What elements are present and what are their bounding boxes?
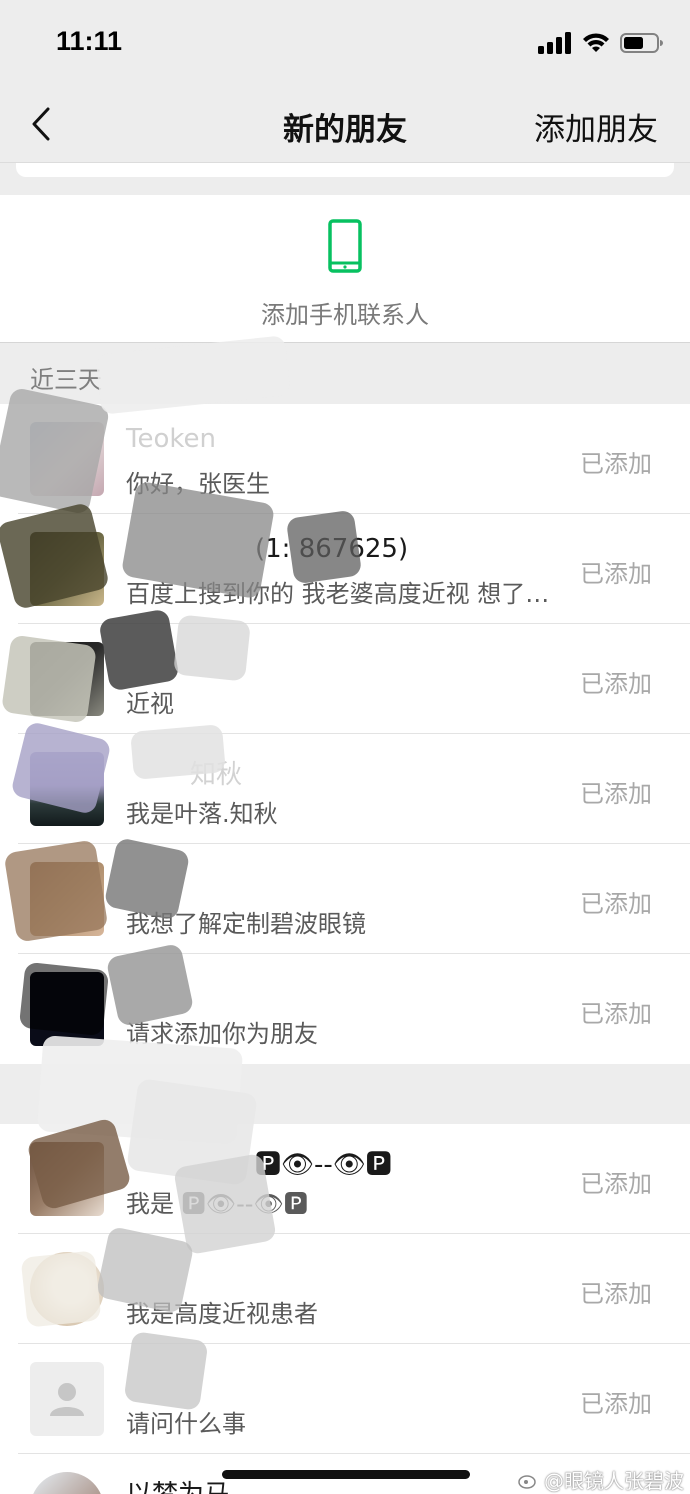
request-message: 我想了解定制碧波眼镜 [126, 910, 366, 938]
avatar [30, 972, 104, 1046]
added-status: 已添加 [580, 1390, 652, 1418]
status-time: 11:11 [56, 26, 123, 56]
status-icons [538, 30, 664, 56]
added-status: 已添加 [580, 450, 652, 478]
navigation-bar: 新的朋友 添加朋友 [0, 88, 690, 162]
contact-name: 知秋 [190, 760, 243, 790]
request-message: 近视 [126, 690, 174, 718]
request-message: 百度上搜到你的 我老婆高度近视 想了解一下 [126, 580, 566, 608]
battery-icon [620, 33, 663, 53]
mobile-phone-icon [328, 219, 362, 273]
friend-request-row[interactable]: 请求添加你为朋友 已添加 [0, 954, 690, 1064]
request-message: 我是叶落.知秋 [126, 800, 278, 828]
request-message: 请问什么事 [126, 1410, 246, 1438]
wifi-icon [583, 33, 609, 52]
added-status: 已添加 [580, 1280, 652, 1308]
added-status: 已添加 [580, 670, 652, 698]
friend-request-row[interactable]: 我想了解定制碧波眼镜 已添加 [0, 844, 690, 954]
watermark-text: @眼镜人张碧波 [544, 1469, 684, 1493]
request-message: 你好，张医生 [126, 470, 270, 498]
avatar [30, 642, 104, 716]
avatar [30, 422, 104, 496]
add-phone-contacts-label: 添加手机联系人 [261, 301, 429, 329]
friend-request-row[interactable]: 🅿👁--👁🅿 我是 🅿👁--👁🅿 已添加 [0, 1124, 690, 1234]
avatar [30, 862, 104, 936]
search-area [0, 162, 690, 195]
avatar [30, 1252, 104, 1326]
add-friend-button[interactable]: 添加朋友 [534, 104, 658, 149]
request-message: 我是高度近视患者 [126, 1300, 318, 1328]
avatar [30, 532, 104, 606]
avatar [30, 1362, 104, 1436]
weibo-logo-icon [518, 1474, 536, 1489]
friend-request-row[interactable]: 近视 已添加 [0, 624, 690, 734]
back-button[interactable] [26, 102, 56, 146]
added-status: 已添加 [580, 890, 652, 918]
added-status: 已添加 [580, 1000, 652, 1028]
request-message: 我是 🅿👁--👁🅿 [126, 1190, 308, 1218]
status-bar: 11:11 [0, 0, 690, 88]
avatar [30, 1142, 104, 1216]
search-input[interactable] [16, 163, 674, 177]
friend-request-row[interactable]: (1: 867625) 百度上搜到你的 我老婆高度近视 想了解一下 已添加 [0, 514, 690, 624]
avatar [30, 752, 104, 826]
added-status: 已添加 [580, 1170, 652, 1198]
add-phone-contacts-entry[interactable]: 添加手机联系人 [0, 195, 690, 343]
added-status: 已添加 [580, 780, 652, 808]
chevron-left-icon [32, 107, 50, 141]
cellular-signal-icon [538, 32, 571, 54]
contact-name: (1: 867625) [255, 534, 409, 564]
friend-request-row[interactable]: 我是高度近视患者 已添加 [0, 1234, 690, 1344]
request-message: 请求添加你为朋友 [126, 1020, 318, 1048]
contact-name: 🅿👁--👁🅿 [255, 1150, 392, 1180]
contact-name: 以梦为马 [126, 1474, 230, 1494]
watermark: @眼镜人张碧波 [518, 1465, 684, 1494]
section-header-earlier [0, 1064, 690, 1124]
friend-request-row[interactable]: 知秋 我是叶落.知秋 已添加 [0, 734, 690, 844]
section-header-recent: 近三天 [0, 344, 690, 404]
added-status: 已添加 [580, 560, 652, 588]
home-indicator [222, 1470, 470, 1479]
friend-request-row[interactable]: Teoken 你好，张医生 已添加 [0, 404, 690, 514]
avatar [30, 1472, 104, 1494]
default-avatar-icon [50, 1383, 84, 1416]
section-header-label: 近三天 [30, 366, 102, 394]
contact-name: Teoken [126, 424, 216, 454]
friend-request-row[interactable]: 请问什么事 已添加 [0, 1344, 690, 1454]
